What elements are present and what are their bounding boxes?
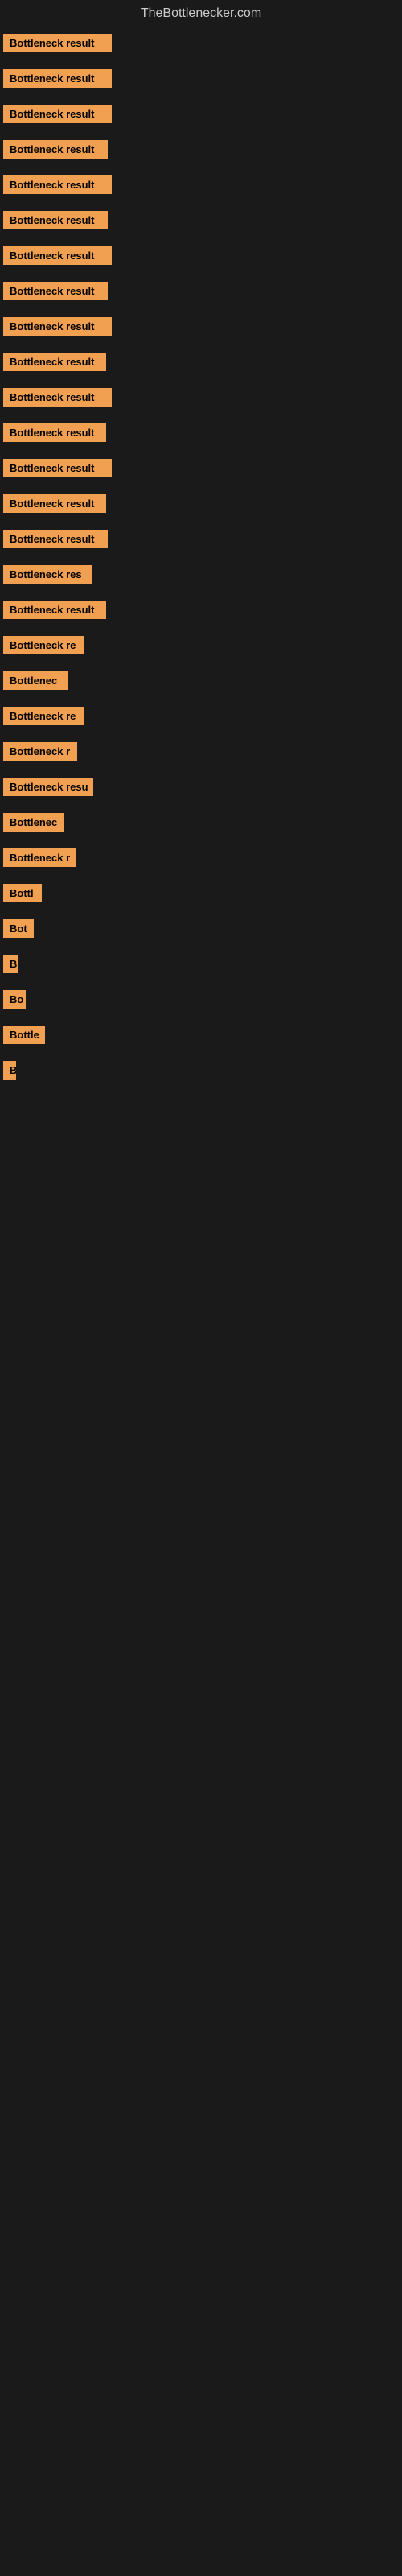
bottleneck-row: Bottleneck resu xyxy=(0,771,402,807)
bottleneck-row: Bottlenec xyxy=(0,665,402,700)
bottleneck-label: Bottleneck result xyxy=(3,353,106,371)
bottleneck-row: Bottleneck result xyxy=(0,346,402,382)
bottleneck-label: Bottleneck result xyxy=(3,494,106,513)
bottleneck-row: Bottleneck r xyxy=(0,842,402,877)
bottleneck-label: Bottleneck result xyxy=(3,601,106,619)
bottleneck-label: Bottleneck result xyxy=(3,34,112,52)
bottleneck-row: B xyxy=(0,1055,402,1090)
bottleneck-label: Bottleneck result xyxy=(3,69,112,88)
bottleneck-label: Bottleneck re xyxy=(3,707,84,725)
bottleneck-row: Bottl xyxy=(0,877,402,913)
bottleneck-row: Bottleneck res xyxy=(0,559,402,594)
bottleneck-row: Bottleneck result xyxy=(0,452,402,488)
bottleneck-label: Bottleneck res xyxy=(3,565,92,584)
bottleneck-label: Bottleneck result xyxy=(3,246,112,265)
bottleneck-label: B xyxy=(3,955,18,973)
bottleneck-label: Bo xyxy=(3,990,26,1009)
bottleneck-label: Bottleneck result xyxy=(3,459,112,477)
bottleneck-row: Bottleneck result xyxy=(0,417,402,452)
bottleneck-label: B xyxy=(3,1061,16,1080)
bottleneck-row: Bottle xyxy=(0,1019,402,1055)
bottleneck-label: Bottleneck result xyxy=(3,388,112,407)
bottleneck-label: Bottleneck resu xyxy=(3,778,93,796)
bottleneck-list: Bottleneck result Bottleneck result Bottle… xyxy=(0,27,402,1573)
bottleneck-row: Bottleneck result xyxy=(0,204,402,240)
bottleneck-label: Bottl xyxy=(3,884,42,902)
bottleneck-row: Bottleneck result xyxy=(0,488,402,523)
bottleneck-row: Bottleneck r xyxy=(0,736,402,771)
bottleneck-row: Bottleneck result xyxy=(0,382,402,417)
bottleneck-row: Bo xyxy=(0,984,402,1019)
bottleneck-label: Bottleneck result xyxy=(3,282,108,300)
bottleneck-row: Bottleneck re xyxy=(0,700,402,736)
bottleneck-row: Bottleneck result xyxy=(0,27,402,63)
bottleneck-label: Bottlenec xyxy=(3,813,64,832)
bottleneck-row: Bottleneck result xyxy=(0,240,402,275)
bottleneck-row: Bottleneck result xyxy=(0,523,402,559)
bottleneck-label: Bot xyxy=(3,919,34,938)
bottleneck-label: Bottle xyxy=(3,1026,45,1044)
bottleneck-row: Bottleneck result xyxy=(0,134,402,169)
bottleneck-label: Bottlenec xyxy=(3,671,68,690)
bottleneck-label: Bottleneck r xyxy=(3,742,77,761)
bottleneck-row: B xyxy=(0,948,402,984)
bottleneck-label: Bottleneck result xyxy=(3,140,108,159)
bottleneck-row: Bottleneck result xyxy=(0,98,402,134)
bottleneck-row: Bottleneck result xyxy=(0,594,402,630)
bottleneck-row: Bottlenec xyxy=(0,807,402,842)
bottleneck-label: Bottleneck result xyxy=(3,211,108,229)
bottleneck-label: Bottleneck re xyxy=(3,636,84,654)
bottleneck-row: Bot xyxy=(0,913,402,948)
bottleneck-label: Bottleneck result xyxy=(3,105,112,123)
bottleneck-label: Bottleneck r xyxy=(3,848,76,867)
bottleneck-label: Bottleneck result xyxy=(3,175,112,194)
bottleneck-row: Bottleneck result xyxy=(0,169,402,204)
site-title: TheBottlenecker.com xyxy=(0,0,402,27)
bottleneck-label: Bottleneck result xyxy=(3,530,108,548)
bottleneck-row: Bottleneck result xyxy=(0,275,402,311)
bottleneck-row: Bottleneck result xyxy=(0,311,402,346)
bottleneck-row: Bottleneck re xyxy=(0,630,402,665)
bottleneck-label: Bottleneck result xyxy=(3,317,112,336)
bottleneck-row: Bottleneck result xyxy=(0,63,402,98)
bottleneck-label: Bottleneck result xyxy=(3,423,106,442)
